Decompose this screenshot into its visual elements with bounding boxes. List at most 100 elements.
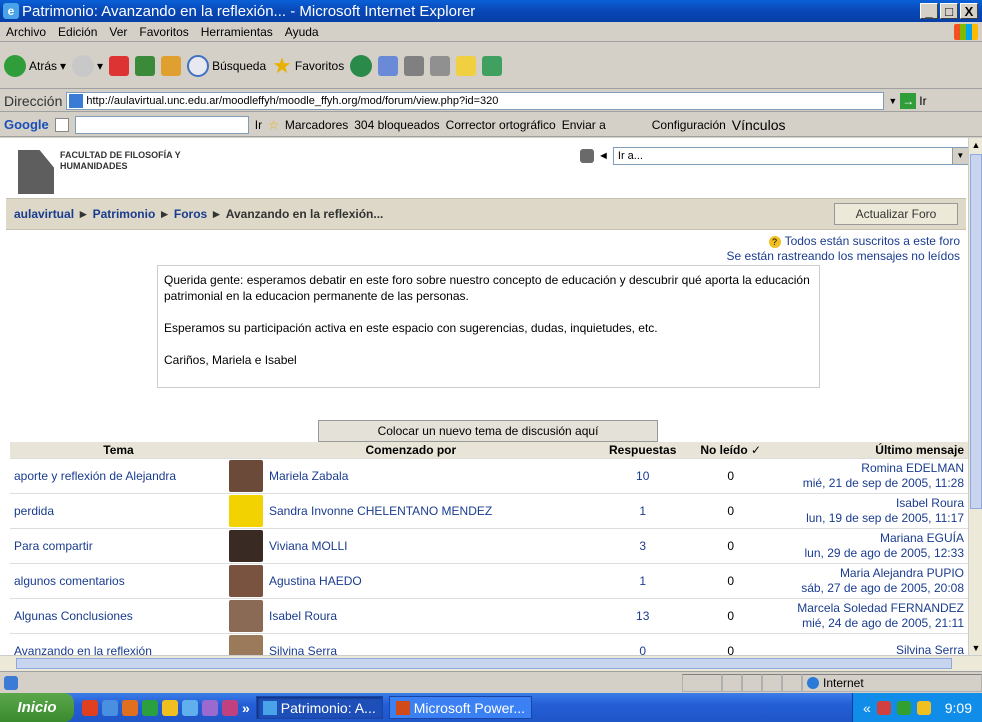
links-label[interactable]: Vínculos bbox=[732, 117, 786, 133]
tray-icon[interactable] bbox=[896, 700, 911, 715]
topic-link[interactable]: Avanzando en la reflexión bbox=[10, 632, 227, 655]
google-search-input[interactable] bbox=[74, 115, 249, 134]
folder-icon[interactable] bbox=[456, 55, 477, 76]
spellcheck-button[interactable]: Corrector ortográfico bbox=[446, 118, 556, 132]
tray-expand-icon[interactable]: « bbox=[863, 700, 871, 716]
home-icon[interactable] bbox=[161, 55, 182, 76]
taskbar-item-powerpoint[interactable]: Microsoft Power... bbox=[388, 696, 532, 719]
stop-icon[interactable] bbox=[109, 55, 130, 76]
last-post-date[interactable]: lun, 19 de sep de 2005, 11:17 bbox=[775, 511, 964, 526]
breadcrumb-course[interactable]: Patrimonio bbox=[93, 207, 156, 221]
mail-icon[interactable] bbox=[378, 55, 399, 76]
search-button[interactable]: Búsqueda bbox=[187, 54, 266, 77]
menu-herramientas[interactable]: Herramientas bbox=[195, 25, 279, 39]
quicklaunch-icon[interactable] bbox=[202, 699, 218, 716]
messenger-icon[interactable] bbox=[482, 55, 503, 76]
last-post-date[interactable]: lun, 29 de ago de 2005, 12:33 bbox=[775, 546, 964, 561]
quicklaunch-icon[interactable] bbox=[182, 699, 198, 716]
quicklaunch-icon[interactable] bbox=[162, 699, 178, 716]
menu-ayuda[interactable]: Ayuda bbox=[279, 25, 325, 39]
maximize-button[interactable]: □ bbox=[940, 3, 958, 19]
menu-favoritos[interactable]: Favoritos bbox=[133, 25, 194, 39]
replies-count[interactable]: 1 bbox=[594, 492, 691, 528]
author-link[interactable]: Viviana MOLLI bbox=[265, 527, 595, 563]
tray-icon[interactable] bbox=[876, 700, 891, 715]
topic-link[interactable]: Para compartir bbox=[10, 527, 227, 563]
author-link[interactable]: Agustina HAEDO bbox=[265, 562, 595, 598]
scroll-thumb[interactable] bbox=[970, 154, 982, 509]
bookmarks-button[interactable]: Marcadores bbox=[285, 118, 348, 132]
author-link[interactable]: Sandra Invonne CHELENTANO MENDEZ bbox=[265, 492, 595, 528]
last-post-user[interactable]: Marcela Soledad FERNANDEZ bbox=[775, 601, 964, 616]
topic-link[interactable]: aporte y reflexión de Alejandra bbox=[10, 457, 227, 493]
last-post-date[interactable]: mié, 21 de sep de 2005, 11:28 bbox=[775, 476, 964, 491]
save-icon[interactable] bbox=[580, 149, 594, 163]
avatar[interactable] bbox=[229, 529, 263, 562]
last-post-user[interactable]: Isabel Roura bbox=[775, 496, 964, 511]
close-button[interactable]: X bbox=[960, 3, 978, 19]
replies-count[interactable]: 10 bbox=[594, 457, 691, 493]
topic-link[interactable]: perdida bbox=[10, 492, 227, 528]
settings-button[interactable]: Configuración bbox=[652, 118, 726, 132]
quicklaunch-icon[interactable] bbox=[122, 699, 138, 716]
replies-count[interactable]: 3 bbox=[594, 527, 691, 563]
favorites-button[interactable]: ★ Favoritos bbox=[272, 53, 344, 79]
prev-arrow-icon[interactable]: ◄ bbox=[598, 150, 609, 162]
avatar[interactable] bbox=[229, 564, 263, 597]
quicklaunch-icon[interactable] bbox=[142, 699, 158, 716]
forward-button[interactable]: ▾ bbox=[72, 54, 103, 77]
send-to-button[interactable]: Enviar a bbox=[562, 118, 606, 132]
replies-count[interactable]: 0 bbox=[594, 632, 691, 655]
menu-edicion[interactable]: Edición bbox=[52, 25, 103, 39]
scroll-down-icon[interactable]: ▼ bbox=[969, 641, 982, 655]
last-post-user[interactable]: Silvina Serra bbox=[775, 643, 964, 655]
address-input[interactable]: http://aulavirtual.unc.edu.ar/moodleffyh… bbox=[66, 91, 885, 110]
chevron-right-icon[interactable]: » bbox=[242, 700, 250, 716]
update-forum-button[interactable]: Actualizar Foro bbox=[834, 203, 958, 225]
menu-ver[interactable]: Ver bbox=[103, 25, 133, 39]
last-post-user[interactable]: Maria Alejandra PUPIO bbox=[775, 566, 964, 581]
avatar[interactable] bbox=[229, 494, 263, 527]
tray-icon[interactable] bbox=[916, 700, 931, 715]
popups-blocked-button[interactable]: 304 bloqueados bbox=[354, 118, 439, 132]
edit-icon[interactable] bbox=[430, 55, 451, 76]
quicklaunch-icon[interactable] bbox=[222, 699, 238, 716]
refresh-icon[interactable] bbox=[135, 55, 156, 76]
author-link[interactable]: Isabel Roura bbox=[265, 597, 595, 633]
last-post-user[interactable]: Mariana EGUÍA bbox=[775, 531, 964, 546]
replies-count[interactable]: 1 bbox=[594, 562, 691, 598]
replies-count[interactable]: 13 bbox=[594, 597, 691, 633]
avatar[interactable] bbox=[229, 599, 263, 632]
back-button[interactable]: Atrás ▾ bbox=[4, 54, 66, 77]
help-icon[interactable]: ? bbox=[768, 236, 781, 248]
author-link[interactable]: Mariela Zabala bbox=[265, 457, 595, 493]
quicklaunch-icon[interactable] bbox=[102, 699, 118, 716]
horizontal-scrollbar[interactable] bbox=[0, 655, 982, 671]
breadcrumb-home[interactable]: aulavirtual bbox=[14, 207, 74, 221]
start-button[interactable]: Inicio bbox=[0, 693, 74, 722]
quicklaunch-icon[interactable] bbox=[82, 699, 98, 716]
subscribed-link[interactable]: Todos están suscritos a este foro bbox=[785, 234, 960, 248]
avatar[interactable] bbox=[229, 634, 263, 655]
last-post-date[interactable]: mié, 24 de ago de 2005, 21:11 bbox=[775, 616, 964, 631]
print-icon[interactable] bbox=[404, 55, 425, 76]
new-topic-button[interactable]: Colocar un nuevo tema de discusión aquí bbox=[318, 420, 658, 442]
breadcrumb-forums[interactable]: Foros bbox=[174, 207, 207, 221]
google-go-button[interactable]: Ir bbox=[255, 118, 262, 132]
jump-select[interactable]: Ir a... ▼ bbox=[612, 147, 968, 165]
avatar[interactable] bbox=[229, 459, 263, 492]
last-post-date[interactable]: sáb, 27 de ago de 2005, 20:08 bbox=[775, 581, 964, 596]
topic-link[interactable]: Algunas Conclusiones bbox=[10, 597, 227, 633]
hscroll-thumb[interactable] bbox=[16, 658, 952, 669]
google-menu-icon[interactable] bbox=[54, 117, 69, 132]
tracking-link[interactable]: Se están rastreando los mensajes no leíd… bbox=[727, 249, 960, 264]
vertical-scrollbar[interactable]: ▲ ▼ bbox=[968, 138, 982, 655]
minimize-button[interactable]: _ bbox=[920, 3, 938, 19]
menu-archivo[interactable]: Archivo bbox=[0, 25, 52, 39]
last-post-user[interactable]: Romina EDELMAN bbox=[775, 461, 964, 476]
history-icon[interactable] bbox=[350, 54, 373, 77]
author-link[interactable]: Silvina Serra bbox=[265, 632, 595, 655]
topic-link[interactable]: algunos comentarios bbox=[10, 562, 227, 598]
taskbar-item-ie[interactable]: Patrimonio: A... bbox=[255, 696, 383, 719]
go-button[interactable]: ▼ → Ir bbox=[888, 92, 927, 109]
